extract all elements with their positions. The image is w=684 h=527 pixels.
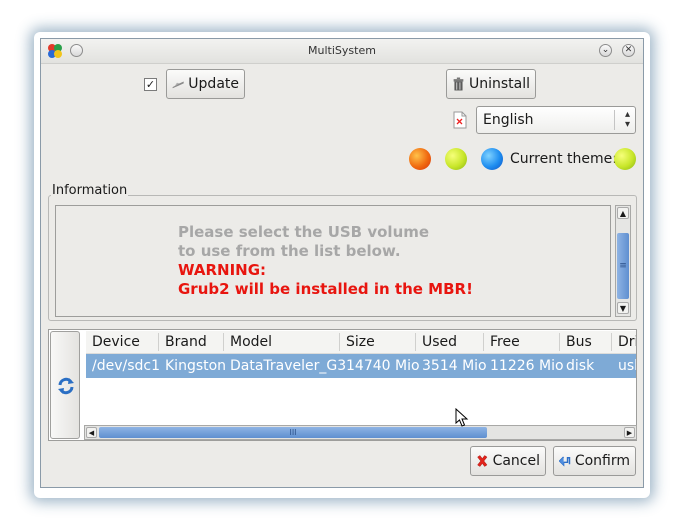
cell-brand: Kingston bbox=[165, 358, 227, 374]
checkmark-icon: ✓ bbox=[145, 78, 156, 91]
update-checkbox[interactable]: ✓ bbox=[144, 78, 157, 91]
chevron-down-icon: ⌄ bbox=[601, 45, 610, 55]
confirm-button[interactable]: Confirm bbox=[553, 446, 636, 476]
current-theme-label: Current theme: bbox=[510, 151, 617, 167]
warning-title: WARNING: bbox=[178, 261, 267, 279]
cell-size: 14740 Mio bbox=[346, 358, 420, 374]
info-message: Please select the USB volume to use from… bbox=[178, 223, 473, 299]
column-header-size[interactable]: Size bbox=[346, 334, 375, 350]
info-vertical-scrollbar[interactable]: ▲ ≡ ▼ bbox=[615, 205, 631, 317]
table-header: Device Brand Model Size Used Free Bus Dr… bbox=[86, 331, 636, 354]
language-flag-icon bbox=[453, 111, 467, 129]
warning-message: Grub2 will be installed in the MBR! bbox=[178, 280, 473, 298]
column-header-model[interactable]: Model bbox=[230, 334, 272, 350]
column-divider bbox=[158, 333, 159, 351]
minimize-button[interactable]: ⌄ bbox=[599, 44, 612, 57]
cell-driver: usb bbox=[618, 358, 636, 374]
table-horizontal-scrollbar[interactable]: ◀ III ▶ bbox=[84, 425, 637, 440]
current-theme-indicator bbox=[614, 148, 636, 170]
column-header-bus[interactable]: Bus bbox=[566, 334, 592, 350]
close-button[interactable]: ✕ bbox=[622, 44, 635, 57]
column-divider bbox=[559, 333, 560, 351]
trash-icon bbox=[453, 77, 464, 91]
column-divider bbox=[415, 333, 416, 351]
confirm-arrow-icon bbox=[559, 456, 571, 467]
cancel-icon bbox=[477, 455, 488, 467]
mouse-cursor-icon bbox=[455, 408, 469, 427]
scroll-up-arrow-icon[interactable]: ▲ bbox=[617, 207, 629, 219]
cell-bus: disk bbox=[566, 358, 595, 374]
title-bar[interactable]: MultiSystem ⌄ ✕ bbox=[41, 39, 643, 64]
cancel-label: Cancel bbox=[492, 453, 540, 469]
refresh-icon bbox=[58, 377, 74, 395]
refresh-button[interactable] bbox=[50, 331, 80, 439]
uninstall-button[interactable]: Uninstall bbox=[446, 69, 536, 99]
confirm-label: Confirm bbox=[574, 453, 630, 469]
vertical-scroll-thumb[interactable]: ≡ bbox=[617, 233, 629, 299]
column-header-driver[interactable]: Dri bbox=[618, 334, 636, 350]
cell-model: DataTraveler_G3 bbox=[230, 358, 347, 374]
scroll-down-arrow-icon[interactable]: ▼ bbox=[617, 302, 629, 314]
scroll-right-arrow-icon[interactable]: ▶ bbox=[624, 427, 635, 438]
column-header-used[interactable]: Used bbox=[422, 334, 457, 350]
scroll-left-arrow-icon[interactable]: ◀ bbox=[86, 427, 97, 438]
table-row[interactable]: /dev/sdc1 Kingston DataTraveler_G3 14740… bbox=[86, 354, 636, 378]
combo-separator bbox=[614, 110, 615, 130]
window-title: MultiSystem bbox=[308, 44, 376, 57]
cell-device: /dev/sdc1 bbox=[92, 358, 161, 374]
column-divider bbox=[223, 333, 224, 351]
column-divider bbox=[483, 333, 484, 351]
theme-orange-button[interactable] bbox=[409, 148, 431, 170]
horizontal-scroll-thumb[interactable]: III bbox=[99, 427, 487, 438]
column-header-free[interactable]: Free bbox=[490, 334, 520, 350]
device-table: Device Brand Model Size Used Free Bus Dr… bbox=[86, 331, 636, 440]
language-select[interactable]: English ▴ ▾ bbox=[476, 106, 636, 134]
close-icon: ✕ bbox=[624, 45, 633, 55]
horizontal-thumb-grip: III bbox=[289, 428, 297, 437]
information-panel: Please select the USB volume to use from… bbox=[55, 205, 611, 317]
cell-free: 11226 Mio bbox=[490, 358, 564, 374]
column-divider bbox=[339, 333, 340, 351]
language-value: English bbox=[483, 112, 534, 128]
multisystem-window: MultiSystem ⌄ ✕ ✓ Update Uninstall Engli… bbox=[40, 38, 644, 488]
information-legend: Information bbox=[51, 183, 129, 198]
cancel-button[interactable]: Cancel bbox=[470, 446, 546, 476]
info-line-1: Please select the USB volume bbox=[178, 223, 430, 241]
theme-lime-button[interactable] bbox=[445, 148, 467, 170]
update-button[interactable]: Update bbox=[166, 69, 245, 99]
up-down-arrows-icon: ▴ ▾ bbox=[624, 109, 630, 130]
vertical-thumb-grip: ≡ bbox=[619, 261, 627, 271]
update-label: Update bbox=[188, 76, 239, 92]
column-header-brand[interactable]: Brand bbox=[165, 334, 207, 350]
update-icon bbox=[172, 81, 184, 89]
uninstall-label: Uninstall bbox=[468, 76, 530, 92]
cell-used: 3514 Mio bbox=[422, 358, 487, 374]
column-header-device[interactable]: Device bbox=[92, 334, 140, 350]
column-divider bbox=[611, 333, 612, 351]
info-line-2: to use from the list below. bbox=[178, 242, 401, 260]
theme-blue-button[interactable] bbox=[481, 148, 503, 170]
